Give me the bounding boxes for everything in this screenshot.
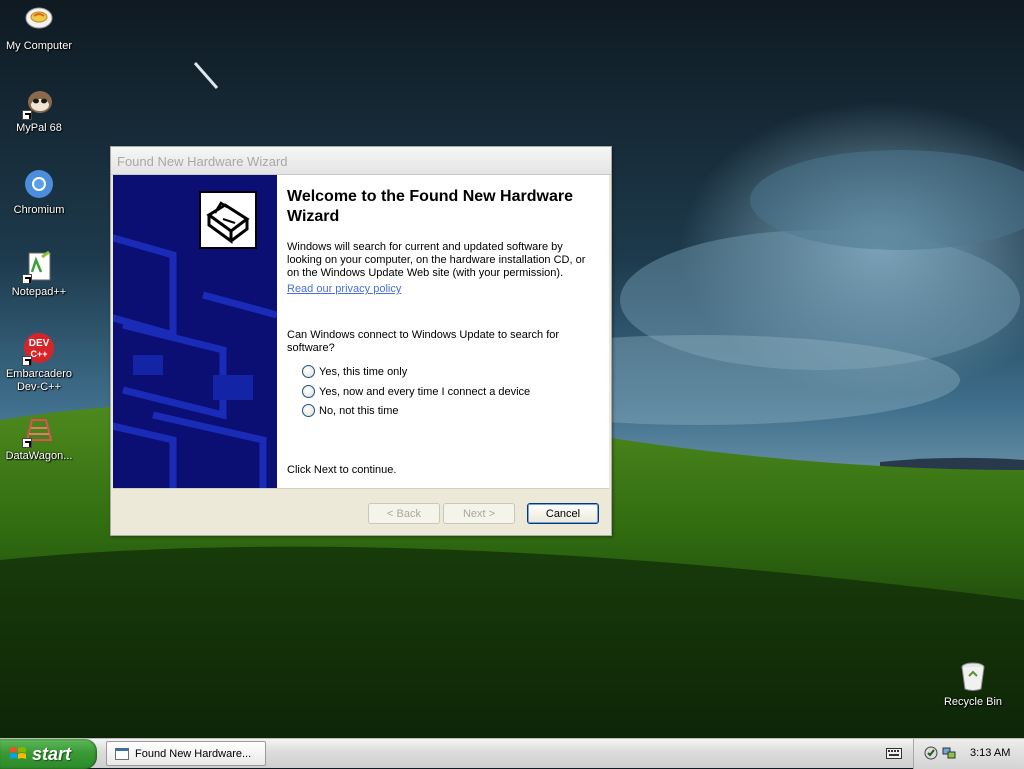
wizard-question: Can Windows connect to Windows Update to… [287, 329, 560, 354]
back-button[interactable]: < Back [368, 503, 440, 524]
window-title: Found New Hardware Wizard [117, 154, 288, 169]
shortcut-arrow-icon [22, 110, 32, 120]
continue-instruction: Click Next to continue. [287, 464, 397, 476]
radio-option-label: No, not this time [319, 404, 399, 417]
desktop-icon-my-computer[interactable]: My Computer [0, 4, 78, 53]
start-button[interactable]: start [0, 739, 97, 769]
radio-option-label: Yes, this time only [319, 365, 408, 378]
desktop-icon-notepadpp[interactable]: Notepad++ [0, 250, 78, 299]
svg-text:C++: C++ [30, 349, 47, 359]
tray-network-icon[interactable] [942, 746, 956, 760]
wizard-side-banner [113, 175, 277, 488]
start-label: start [32, 743, 72, 764]
desktop-icon-label-line2: Dev-C++ [16, 381, 62, 393]
my-computer-icon [22, 4, 56, 38]
radio-option-this-time[interactable]: Yes, this time only [302, 365, 407, 378]
taskbar-item-label: Found New Hardware... [135, 747, 252, 760]
desktop-icon-label-line1: Embarcadero [5, 368, 73, 380]
desktop-icon-mypal[interactable]: MyPal 68 [0, 86, 78, 135]
wizard-intro-text: Windows will search for current and upda… [287, 241, 586, 279]
notepadpp-icon [22, 250, 56, 284]
radio-option-label: Yes, now and every time I connect a devi… [319, 385, 531, 398]
wizard-heading: Welcome to the Found New Hardware Wizard [287, 188, 573, 225]
wizard-button-bar: < Back Next > Cancel [113, 488, 609, 535]
datawagon-icon [22, 414, 56, 448]
devcpp-icon: DEV C++ [22, 332, 56, 366]
tray-security-icon[interactable] [924, 746, 938, 760]
svg-text:DEV: DEV [29, 338, 50, 349]
desktop-icon-label: My Computer [5, 40, 73, 52]
found-new-hardware-wizard-window[interactable]: Found New Hardware Wizard Welcome to the… [110, 146, 612, 536]
desktop-icon-label: Recycle Bin [943, 696, 1003, 708]
recycle-bin-icon [956, 660, 990, 694]
chromium-icon [22, 168, 56, 202]
desktop-icon-chromium[interactable]: Chromium [0, 168, 78, 217]
radio-button[interactable] [302, 404, 315, 417]
desktop-icon-datawagon[interactable]: DataWagon... [0, 414, 78, 463]
windows-flag-icon [9, 745, 27, 763]
mypal-icon [22, 86, 56, 120]
cancel-button[interactable]: Cancel [527, 503, 599, 524]
desktop-icon-label: DataWagon... [5, 450, 73, 462]
wizard-content: Welcome to the Found New Hardware Wizard… [287, 175, 605, 488]
shortcut-arrow-icon [22, 356, 32, 366]
desktop-icon-recycle-bin[interactable]: Recycle Bin [934, 660, 1012, 709]
shortcut-arrow-icon [22, 274, 32, 284]
shortcut-arrow-icon [22, 438, 32, 448]
privacy-policy-link[interactable]: Read our privacy policy [287, 283, 401, 295]
desktop-icon-devcpp[interactable]: DEV C++ Embarcadero Dev-C++ [0, 332, 78, 394]
keyboard-icon[interactable] [886, 748, 902, 759]
radio-button[interactable] [302, 385, 315, 398]
clock[interactable]: 3:13 AM [970, 747, 1010, 759]
window-icon [115, 747, 129, 760]
taskbar-item-found-new-hardware[interactable]: Found New Hardware... [106, 741, 266, 766]
radio-option-every-time[interactable]: Yes, now and every time I connect a devi… [302, 385, 530, 398]
window-titlebar[interactable]: Found New Hardware Wizard [111, 147, 611, 175]
system-tray: 3:13 AM [913, 739, 1024, 769]
desktop-icon-label: Embarcadero Dev-C++ [0, 368, 78, 394]
desktop-icon-label: MyPal 68 [16, 122, 62, 134]
taskbar: start Found New Hardware... 3:13 AM [0, 738, 1024, 769]
next-button[interactable]: Next > [443, 503, 515, 524]
wizard-body: Welcome to the Found New Hardware Wizard… [113, 175, 609, 488]
hardware-wizard-icon [199, 191, 257, 249]
desktop-icon-label: Notepad++ [11, 286, 67, 298]
radio-option-not-this-time[interactable]: No, not this time [302, 404, 398, 417]
desktop-icon-label: Chromium [13, 204, 65, 216]
radio-button[interactable] [302, 365, 315, 378]
